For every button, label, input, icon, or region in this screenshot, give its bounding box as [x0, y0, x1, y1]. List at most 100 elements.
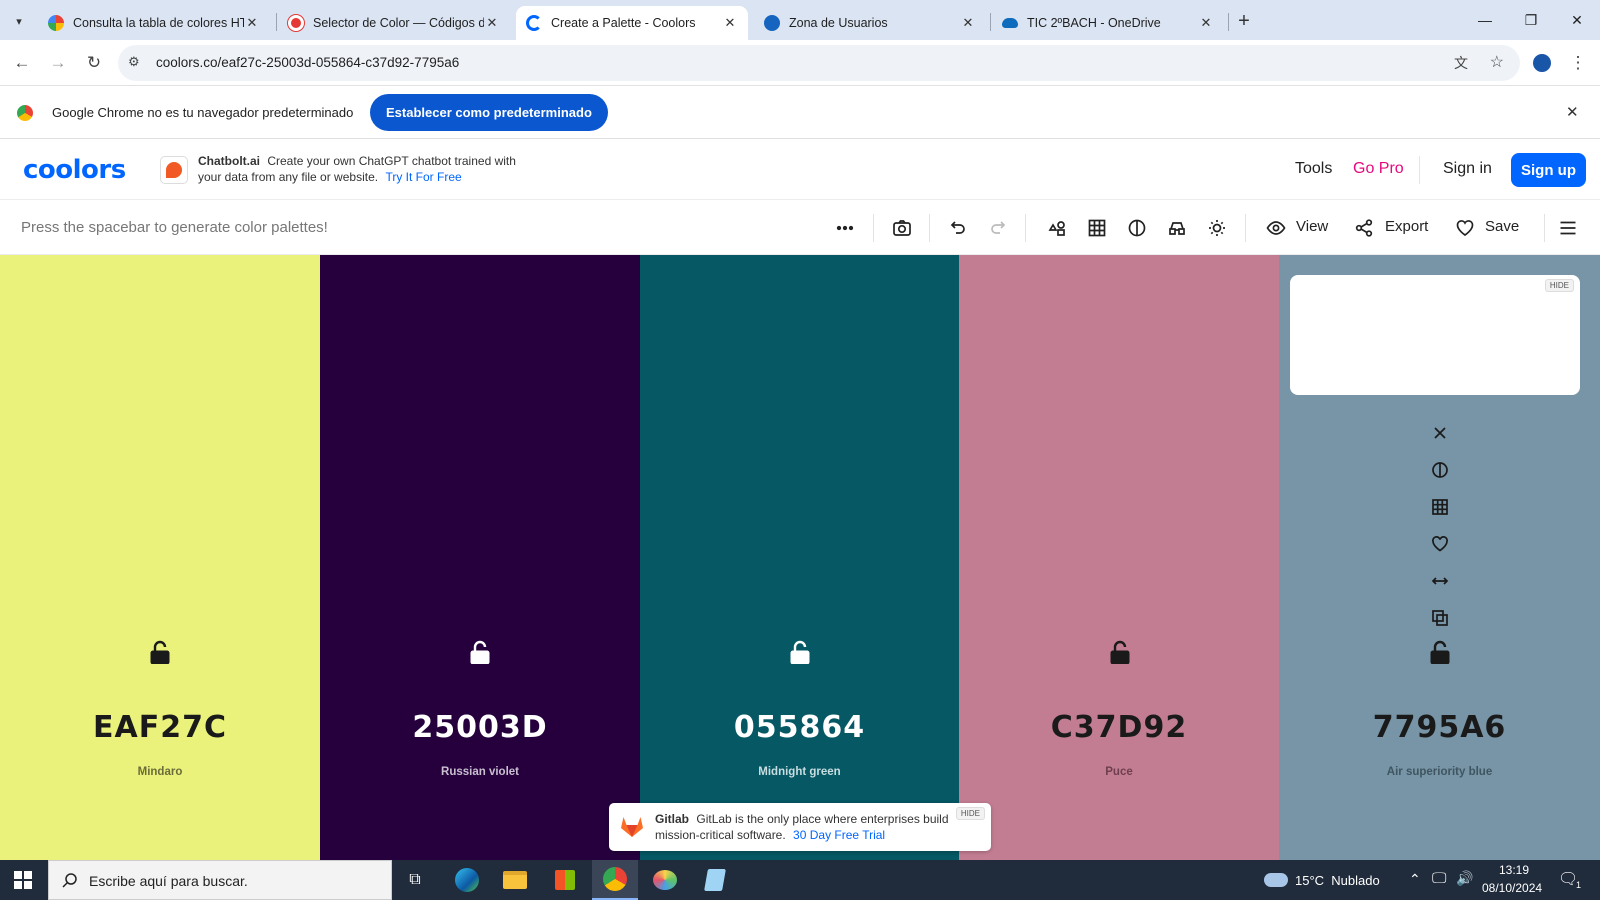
hide-ad-button[interactable]: HIDE — [955, 807, 985, 820]
browser-tab[interactable]: Consulta la tabla de colores HTML ✕ — [38, 6, 270, 40]
edge-app[interactable] — [444, 860, 490, 900]
header-ad[interactable]: Chatbolt.ai Create your own ChatGPT chat… — [160, 151, 520, 191]
tab-search-button[interactable]: ▾ — [8, 10, 30, 32]
go-pro-link[interactable]: Go Pro — [1353, 160, 1404, 178]
hide-ad-button[interactable]: HIDE — [1544, 279, 1574, 292]
lock-open-icon[interactable] — [469, 640, 491, 664]
sign-up-button[interactable]: Sign up — [1511, 153, 1586, 187]
lock-open-icon[interactable] — [1429, 640, 1451, 664]
clock-date[interactable]: 08/10/2024 — [1482, 881, 1542, 895]
volume-icon[interactable]: 🔊 — [1456, 870, 1473, 887]
new-tab-button[interactable]: + — [1232, 9, 1256, 33]
chrome-app[interactable] — [592, 860, 638, 900]
lock-open-icon[interactable] — [789, 640, 811, 664]
lock-open-icon[interactable] — [149, 640, 171, 664]
weather-status[interactable]: 15°C Nublado — [1295, 873, 1380, 888]
forward-button[interactable]: → — [44, 49, 72, 77]
notepad-app[interactable] — [692, 860, 738, 900]
export-button[interactable]: Export — [1385, 218, 1428, 235]
drag-color-button[interactable] — [1429, 570, 1451, 592]
color-column-hovered[interactable]: HIDE 7795A6 Air superiority blue — [1279, 255, 1600, 860]
lock-open-icon[interactable] — [1109, 640, 1131, 664]
favorite-color-button[interactable] — [1429, 533, 1451, 555]
menu-button[interactable] — [1556, 216, 1580, 240]
hex-code[interactable]: C37D92 — [959, 710, 1279, 745]
store-app[interactable] — [542, 860, 588, 900]
reload-button[interactable]: ↻ — [80, 49, 108, 77]
close-window-button[interactable]: ✕ — [1554, 0, 1600, 40]
tools-link[interactable]: Tools — [1295, 160, 1332, 178]
adjust-palette-button[interactable] — [1045, 216, 1069, 240]
grid-button[interactable] — [1085, 216, 1109, 240]
gitlab-ad[interactable]: Gitlab GitLab is the only place where en… — [609, 803, 991, 851]
remove-color-button[interactable] — [1429, 422, 1451, 444]
taskbar-search-box[interactable]: Escribe aquí para buscar. — [48, 860, 392, 900]
hex-code[interactable]: 25003D — [320, 710, 640, 745]
hex-code[interactable]: 7795A6 — [1279, 710, 1600, 745]
browser-tab[interactable]: Selector de Color — Códigos de color ✕ — [278, 6, 510, 40]
task-view-button[interactable]: ⧉ — [392, 860, 438, 900]
color-name[interactable]: Russian violet — [320, 766, 640, 778]
paint-app[interactable] — [642, 860, 688, 900]
close-icon[interactable]: ✕ — [484, 15, 500, 31]
set-default-button[interactable]: Establecer como predeterminado — [370, 94, 608, 131]
column-ad-box[interactable]: HIDE — [1290, 275, 1580, 395]
site-info-icon[interactable]: ⚙ — [128, 54, 140, 70]
save-button[interactable]: Save — [1485, 218, 1519, 235]
minimize-button[interactable]: — — [1462, 0, 1508, 40]
address-bar[interactable]: ⚙ coolors.co/eaf27c-25003d-055864-c37d92… — [118, 45, 1520, 81]
start-button[interactable] — [0, 860, 46, 900]
sign-in-link[interactable]: Sign in — [1443, 160, 1492, 178]
ad-cta-link[interactable]: 30 Day Free Trial — [793, 828, 885, 842]
camera-button[interactable] — [890, 216, 914, 240]
color-name[interactable]: Mindaro — [0, 766, 320, 778]
back-button[interactable]: ← — [8, 49, 36, 77]
translate-icon[interactable]: 文 — [1454, 53, 1468, 73]
color-blindness-button[interactable] — [1165, 216, 1189, 240]
clock-time[interactable]: 13:19 — [1499, 863, 1529, 877]
coolors-logo[interactable]: coolors — [23, 155, 126, 185]
profile-button[interactable] — [1528, 49, 1556, 77]
close-icon[interactable]: ✕ — [722, 15, 738, 31]
close-icon[interactable]: ✕ — [244, 15, 260, 31]
search-placeholder: Escribe aquí para buscar. — [89, 873, 248, 889]
tab-title: Create a Palette - Coolors — [551, 16, 696, 30]
hex-code[interactable]: 055864 — [640, 710, 959, 745]
color-name[interactable]: Air superiority blue — [1279, 766, 1600, 778]
color-name[interactable]: Puce — [959, 766, 1279, 778]
restore-button[interactable]: ❐ — [1508, 0, 1554, 40]
theme-button[interactable] — [1205, 216, 1229, 240]
close-icon[interactable]: ✕ — [1566, 103, 1579, 121]
tab-divider — [1228, 13, 1229, 31]
color-column[interactable]: EAF27C Mindaro — [0, 255, 320, 860]
save-icon-wrap[interactable] — [1453, 216, 1477, 240]
view-button[interactable]: View — [1296, 218, 1328, 235]
view-icon-wrap[interactable] — [1264, 216, 1288, 240]
browser-tab[interactable]: TIC 2ºBACH - OneDrive ✕ — [992, 6, 1224, 40]
bookmark-star-icon[interactable]: ☆ — [1490, 52, 1504, 72]
chevron-up-icon[interactable]: ⌃ — [1409, 871, 1421, 888]
view-shades-button[interactable] — [1429, 459, 1451, 481]
more-options-button[interactable] — [833, 216, 857, 240]
network-icon[interactable]: 🖵 — [1432, 870, 1446, 887]
color-column[interactable]: 055864 Midnight green — [640, 255, 959, 860]
close-icon — [1434, 427, 1446, 439]
undo-button[interactable] — [946, 216, 970, 240]
contrast-button[interactable] — [1125, 216, 1149, 240]
browser-tab-active[interactable]: Create a Palette - Coolors ✕ — [516, 6, 748, 40]
redo-button[interactable] — [986, 216, 1010, 240]
copy-color-button[interactable] — [1429, 607, 1451, 629]
chrome-menu-button[interactable]: ⋮ — [1564, 49, 1592, 77]
close-icon[interactable]: ✕ — [1198, 15, 1214, 31]
close-icon[interactable]: ✕ — [960, 15, 976, 31]
export-icon-wrap[interactable] — [1352, 216, 1376, 240]
hex-code[interactable]: EAF27C — [0, 710, 320, 745]
redo-icon — [991, 221, 1006, 234]
color-name[interactable]: Midnight green — [640, 766, 959, 778]
color-column[interactable]: C37D92 Puce — [959, 255, 1279, 860]
browser-tab[interactable]: Zona de Usuarios ✕ — [754, 6, 986, 40]
ad-cta-link[interactable]: Try It For Free — [385, 170, 461, 184]
shades-grid-button[interactable] — [1429, 496, 1451, 518]
file-explorer-app[interactable] — [492, 860, 538, 900]
color-column[interactable]: 25003D Russian violet — [320, 255, 640, 860]
